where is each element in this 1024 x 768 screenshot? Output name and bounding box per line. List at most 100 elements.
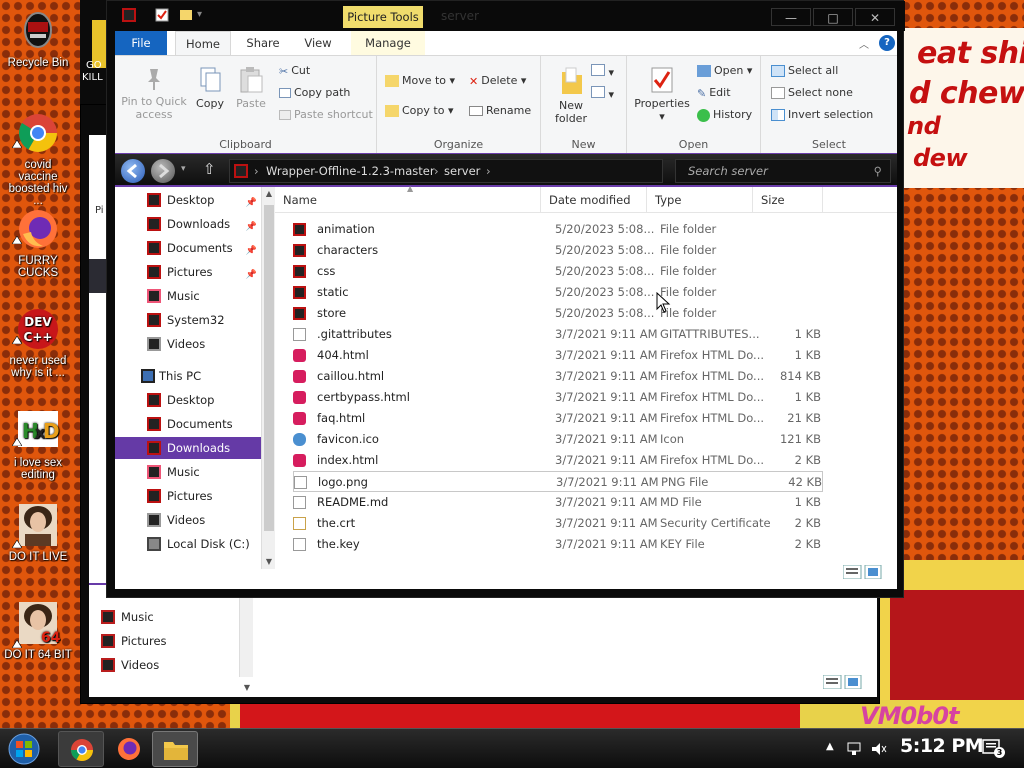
properties-qa-icon[interactable] — [155, 8, 169, 22]
file-row[interactable]: the.crt 3/7/2021 9:11 AM Security Certific… — [289, 513, 825, 534]
file-row[interactable]: faq.html 3/7/2021 9:11 AM Firefox HTML Do.… — [289, 408, 825, 429]
file-row[interactable]: static 5/20/2023 5:08... File folder — [289, 282, 825, 303]
scroll-down-icon[interactable]: ▼ — [262, 555, 276, 569]
invert-selection-button[interactable]: Invert selection — [771, 108, 873, 121]
file-row[interactable]: animation 5/20/2023 5:08... File folder — [289, 219, 825, 240]
explorer-window[interactable]: ▾ Picture Tools server — □ ✕ File Home S… — [106, 0, 905, 598]
start-button[interactable] — [6, 732, 42, 766]
tab-manage[interactable]: Manage — [351, 31, 425, 55]
nav-item-pc-desktop[interactable]: Desktop — [115, 389, 261, 411]
nav-item-local-disk[interactable]: Local Disk (C:) — [115, 533, 261, 555]
close-button[interactable]: ✕ — [855, 8, 895, 26]
forward-button[interactable] — [151, 159, 175, 183]
easy-access-button[interactable]: ▾ — [591, 86, 614, 101]
maximize-button[interactable]: □ — [813, 8, 853, 26]
collapse-ribbon-icon[interactable]: ︿ — [859, 36, 869, 51]
desktop-icon-recycle-bin[interactable]: Recycle Bin — [4, 8, 72, 69]
move-to-button[interactable]: Move to ▾ — [385, 74, 455, 87]
nav-item-pictures[interactable]: Pictures 📌 — [115, 261, 261, 283]
file-row[interactable]: logo.png 3/7/2021 9:11 AM PNG File 42 KB — [293, 471, 823, 492]
new-folder-qa-icon[interactable] — [179, 8, 193, 22]
back-view-toggle[interactable] — [822, 674, 863, 690]
file-row[interactable]: characters 5/20/2023 5:08... File folder — [289, 240, 825, 261]
file-row[interactable]: css 5/20/2023 5:08... File folder — [289, 261, 825, 282]
nav-scrollbar[interactable]: ▲ ▼ — [261, 187, 275, 569]
copy-button[interactable]: Copy — [193, 66, 227, 110]
back-nav-music[interactable]: Music — [101, 607, 154, 627]
desktop-icon-do-it-live[interactable]: DO IT LIVE — [4, 502, 72, 563]
view-toggle[interactable] — [842, 564, 883, 580]
tab-view[interactable]: View — [293, 31, 343, 55]
rename-button[interactable]: Rename — [469, 104, 531, 117]
copy-to-button[interactable]: Copy to ▾ — [385, 104, 453, 117]
paste-shortcut-button[interactable]: Paste shortcut — [279, 108, 373, 121]
file-row[interactable]: index.html 3/7/2021 9:11 AM Firefox HTML D… — [289, 450, 825, 471]
file-row[interactable]: the.key 3/7/2021 9:11 AM KEY File 2 KB — [289, 534, 825, 555]
file-row[interactable]: .gitattributes 3/7/2021 9:11 AM GITATTRIBU… — [289, 324, 825, 345]
file-row[interactable]: caillou.html 3/7/2021 9:11 AM Firefox HTML… — [289, 366, 825, 387]
nav-item-music[interactable]: Music — [115, 285, 261, 307]
path-segment-2[interactable]: server — [444, 160, 480, 182]
scroll-up-icon[interactable]: ▲ — [262, 187, 276, 201]
new-item-button[interactable]: ▾ — [591, 64, 614, 79]
desktop-icon-do-it-64-bit[interactable]: 64 DO IT 64 BIT — [4, 600, 72, 661]
notification-center-icon[interactable]: 3 — [982, 739, 1005, 759]
taskbar-firefox[interactable] — [106, 731, 152, 767]
taskbar-chrome[interactable] — [58, 731, 104, 767]
address-path[interactable]: › Wrapper-Offline-1.2.3-master › server … — [229, 159, 663, 183]
nav-item-documents[interactable]: Documents 📌 — [115, 237, 261, 259]
file-row[interactable]: 404.html 3/7/2021 9:11 AM Firefox HTML Do.… — [289, 345, 825, 366]
scroll-thumb[interactable] — [264, 205, 274, 531]
desktop-icon-chrome[interactable]: covid vaccine boosted hiv ... — [4, 110, 72, 207]
qa-customize-icon[interactable]: ▾ — [197, 9, 202, 20]
back-nav-pictures[interactable]: Pictures — [101, 631, 167, 651]
path-segment-1[interactable]: Wrapper-Offline-1.2.3-master — [266, 160, 435, 182]
help-icon[interactable]: ? — [879, 35, 895, 51]
nav-item-pc-downloads[interactable]: Downloads — [115, 437, 261, 459]
details-view-icon[interactable] — [842, 564, 883, 580]
title-bar[interactable]: ▾ Picture Tools server — □ ✕ — [107, 1, 905, 31]
clock[interactable]: 5:12 PM — [900, 735, 984, 757]
nav-item-pc-pictures[interactable]: Pictures — [115, 485, 261, 507]
history-button[interactable]: History — [697, 108, 752, 122]
nav-item-desktop[interactable]: Desktop 📌 — [115, 189, 261, 211]
back-button[interactable] — [121, 159, 145, 183]
search-box[interactable]: Search server ⚲ — [675, 159, 891, 183]
nav-item-pc-music[interactable]: Music — [115, 461, 261, 483]
file-row[interactable]: favicon.ico 3/7/2021 9:11 AM Icon 121 KB — [289, 429, 825, 450]
edit-button[interactable]: ✎ Edit — [697, 86, 731, 100]
file-row[interactable]: README.md 3/7/2021 9:11 AM MD File 1 KB — [289, 492, 825, 513]
pin-quick-access-button[interactable]: Pin to Quick access — [121, 66, 187, 121]
select-none-button[interactable]: Select none — [771, 86, 853, 99]
nav-item-pc-videos[interactable]: Videos — [115, 509, 261, 531]
nav-item-downloads[interactable]: Downloads 📌 — [115, 213, 261, 235]
nav-item-videos[interactable]: Videos — [115, 333, 261, 355]
paste-button[interactable]: Paste — [233, 66, 269, 110]
column-type[interactable]: Type — [647, 187, 753, 213]
nav-item-pc-documents[interactable]: Documents — [115, 413, 261, 435]
taskbar-file-explorer[interactable] — [152, 731, 198, 767]
column-date-modified[interactable]: Date modified — [541, 187, 647, 213]
recent-locations-icon[interactable]: ▾ — [181, 164, 186, 174]
up-arrow-icon[interactable]: ⇧ — [203, 160, 216, 178]
open-button[interactable]: Open ▾ — [697, 64, 752, 77]
back-nav-videos[interactable]: Videos — [101, 655, 159, 675]
delete-button[interactable]: ✕ Delete ▾ — [469, 74, 526, 88]
nav-item-system32[interactable]: System32 — [115, 309, 261, 331]
volume-muted-icon[interactable] — [870, 741, 888, 757]
copy-path-button[interactable]: Copy path — [279, 86, 350, 99]
file-row[interactable]: certbypass.html 3/7/2021 9:11 AM Firefox H… — [289, 387, 825, 408]
tab-file[interactable]: File — [115, 31, 167, 55]
cut-button[interactable]: ✂ Cut — [279, 64, 310, 78]
tab-home[interactable]: Home — [175, 31, 231, 55]
file-row[interactable]: store 5/20/2023 5:08... File folder — [289, 303, 825, 324]
show-hidden-icons-icon[interactable]: ▲ — [826, 741, 834, 752]
network-icon[interactable] — [846, 741, 864, 757]
properties-button[interactable]: Properties ▾ — [633, 66, 691, 123]
minimize-button[interactable]: — — [771, 8, 811, 26]
new-folder-button[interactable]: New folder — [551, 66, 591, 125]
nav-item-this-pc[interactable]: This PC — [115, 365, 261, 387]
tab-share[interactable]: Share — [235, 31, 291, 55]
back-window-scrollbar[interactable]: ▼ — [239, 585, 253, 692]
column-size[interactable]: Size — [753, 187, 823, 213]
